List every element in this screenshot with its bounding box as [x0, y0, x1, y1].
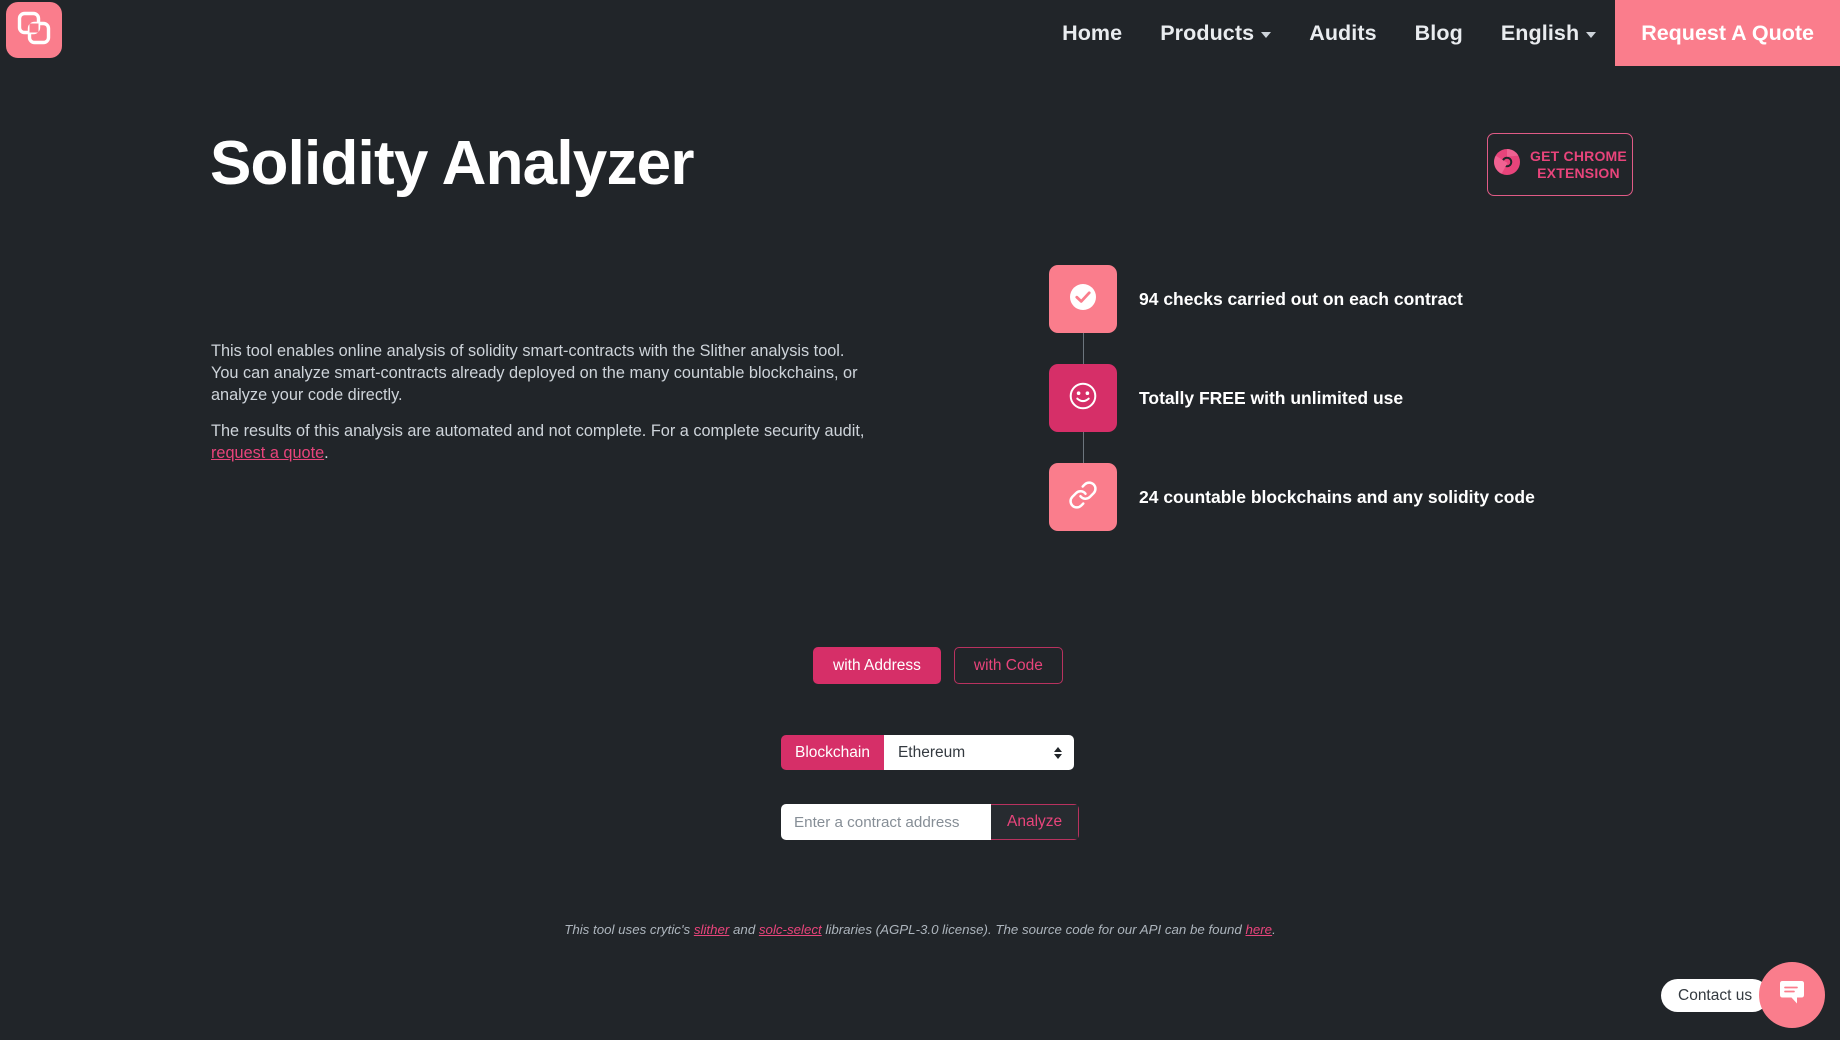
- primary-nav: Home Products Audits Blog English Reques…: [1043, 0, 1840, 66]
- tab-with-address[interactable]: with Address: [813, 647, 941, 684]
- page-title: Solidity Analyzer: [210, 129, 694, 198]
- nav-item-home[interactable]: Home: [1043, 0, 1141, 66]
- feature-connector-line: [1049, 333, 1649, 364]
- footer-text: and: [729, 922, 759, 937]
- description-paragraph-2: The results of this analysis are automat…: [211, 422, 865, 462]
- feature-icon-box: [1049, 463, 1117, 531]
- solc-select-link[interactable]: solc-select: [759, 922, 822, 937]
- request-a-quote-link[interactable]: request a quote: [211, 444, 324, 462]
- nav-label: Home: [1062, 20, 1123, 45]
- chrome-icon: [1493, 148, 1521, 181]
- feature-icon-box: [1049, 364, 1117, 432]
- contract-address-input[interactable]: [781, 804, 991, 840]
- feature-item-blockchains: 24 countable blockchains and any solidit…: [1049, 463, 1649, 531]
- contact-us-pill[interactable]: Contact us: [1661, 979, 1770, 1012]
- footer-text: libraries (AGPL-3.0 license). The source…: [821, 922, 1246, 937]
- get-chrome-extension-button[interactable]: GET CHROME EXTENSION: [1487, 133, 1633, 196]
- blockchain-label: Blockchain: [781, 735, 884, 770]
- feature-item-checks: 94 checks carried out on each contract: [1049, 265, 1649, 333]
- analyze-button[interactable]: Analyze: [991, 804, 1080, 840]
- feature-connector-line: [1049, 432, 1649, 463]
- select-arrows-icon: [1053, 746, 1062, 759]
- footer-text: .: [1272, 922, 1276, 937]
- site-logo[interactable]: [6, 2, 62, 58]
- nav-label: English: [1500, 20, 1580, 45]
- request-a-quote-button[interactable]: Request A Quote: [1615, 0, 1840, 66]
- check-circle-icon: [1068, 282, 1098, 317]
- nav-item-audits[interactable]: Audits: [1290, 0, 1395, 66]
- smiley-face-icon: [1068, 381, 1098, 416]
- chat-bubble-icon: [1775, 976, 1809, 1015]
- feature-list: 94 checks carried out on each contract T…: [1049, 265, 1649, 531]
- feature-label: 24 countable blockchains and any solidit…: [1139, 486, 1535, 507]
- chrome-extension-label: GET CHROME EXTENSION: [1530, 147, 1627, 181]
- feature-icon-box: [1049, 265, 1117, 333]
- feature-item-free: Totally FREE with unlimited use: [1049, 364, 1649, 432]
- contract-address-group: Analyze: [781, 804, 1080, 840]
- feature-label: Totally FREE with unlimited use: [1139, 387, 1404, 408]
- nav-item-blog[interactable]: Blog: [1396, 0, 1482, 66]
- site-header: Home Products Audits Blog English Reques…: [0, 0, 1840, 68]
- chat-launcher-button[interactable]: [1759, 962, 1825, 1028]
- nav-label: Blog: [1414, 20, 1463, 45]
- description-paragraph-1: This tool enables online analysis of sol…: [211, 342, 858, 404]
- blockchain-selector-group: Blockchain Ethereum: [781, 735, 1074, 770]
- nav-label: Products: [1160, 20, 1255, 45]
- blockchain-selected-value: Ethereum: [897, 743, 966, 761]
- analyzer-mode-tabs: with Address with Code: [813, 647, 1063, 684]
- api-source-here-link[interactable]: here: [1245, 922, 1272, 937]
- nav-item-products[interactable]: Products: [1141, 0, 1290, 66]
- tab-with-code[interactable]: with Code: [953, 647, 1063, 684]
- nav-item-language[interactable]: English: [1482, 0, 1615, 66]
- nav-label: Audits: [1309, 20, 1377, 45]
- slither-link[interactable]: slither: [694, 922, 729, 937]
- overlapping-squares-logo-icon: [17, 11, 51, 50]
- chevron-down-icon: [1586, 32, 1597, 38]
- description-block: This tool enables online analysis of sol…: [211, 340, 871, 464]
- chevron-down-icon: [1261, 32, 1272, 38]
- link-chain-icon: [1068, 480, 1098, 515]
- footer-credits: This tool uses crytic's slither and solc…: [0, 922, 1840, 937]
- feature-label: 94 checks carried out on each contract: [1139, 288, 1463, 309]
- blockchain-select[interactable]: Ethereum: [883, 735, 1074, 770]
- footer-text: This tool uses crytic's: [564, 922, 694, 937]
